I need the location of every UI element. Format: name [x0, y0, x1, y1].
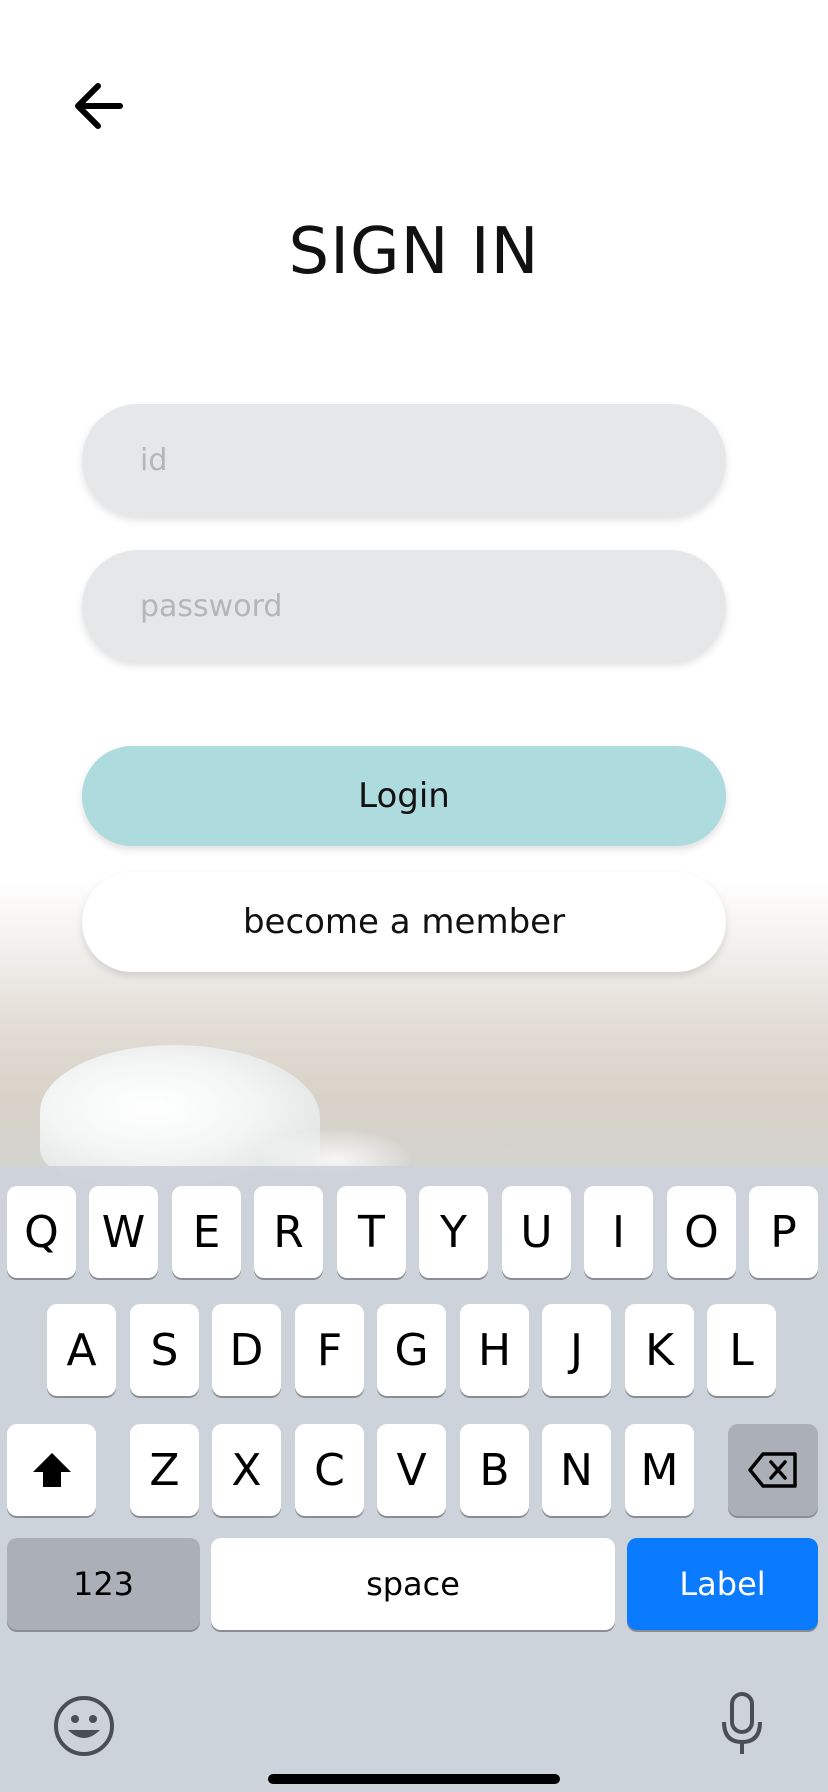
key-e[interactable]: E [172, 1186, 241, 1278]
home-indicator [268, 1774, 560, 1784]
password-field-container[interactable] [82, 550, 726, 662]
page-title: SIGN IN [288, 215, 540, 289]
key-y[interactable]: Y [419, 1186, 488, 1278]
key-j[interactable]: J [542, 1304, 611, 1396]
key-x[interactable]: X [212, 1424, 281, 1516]
key-o[interactable]: O [667, 1186, 736, 1278]
shift-icon [32, 1453, 71, 1487]
key-n[interactable]: N [542, 1424, 611, 1516]
microphone-button[interactable] [720, 1692, 764, 1762]
key-c[interactable]: C [295, 1424, 364, 1516]
key-b[interactable]: B [460, 1424, 529, 1516]
key-f[interactable]: F [295, 1304, 364, 1396]
key-k[interactable]: K [625, 1304, 694, 1396]
key-s[interactable]: S [130, 1304, 199, 1396]
key-q[interactable]: Q [7, 1186, 76, 1278]
space-key[interactable]: space [211, 1538, 615, 1630]
keyboard: Q W E R T Y U I O P A S D F G H J K L Z … [0, 1166, 828, 1792]
key-v[interactable]: V [377, 1424, 446, 1516]
id-input[interactable] [138, 441, 726, 479]
key-z[interactable]: Z [130, 1424, 199, 1516]
key-a[interactable]: A [47, 1304, 116, 1396]
numbers-key[interactable]: 123 [7, 1538, 200, 1630]
key-l[interactable]: L [707, 1304, 776, 1396]
become-member-button[interactable]: become a member [82, 872, 726, 972]
id-field-container[interactable] [82, 404, 726, 516]
key-p[interactable]: P [749, 1186, 818, 1278]
arrow-left-icon [75, 83, 123, 129]
key-w[interactable]: W [89, 1186, 158, 1278]
emoji-button[interactable] [52, 1694, 116, 1762]
key-d[interactable]: D [212, 1304, 281, 1396]
key-t[interactable]: T [337, 1186, 406, 1278]
key-h[interactable]: H [460, 1304, 529, 1396]
key-g[interactable]: G [377, 1304, 446, 1396]
password-input[interactable] [138, 587, 726, 625]
key-u[interactable]: U [502, 1186, 571, 1278]
key-i[interactable]: I [584, 1186, 653, 1278]
action-key[interactable]: Label [627, 1538, 818, 1630]
emoji-icon [54, 1696, 114, 1756]
key-m[interactable]: M [625, 1424, 694, 1516]
key-r[interactable]: R [254, 1186, 323, 1278]
microphone-icon [722, 1692, 762, 1754]
backspace-key[interactable] [728, 1424, 818, 1516]
back-button[interactable] [70, 78, 126, 134]
backspace-icon [748, 1452, 797, 1488]
login-button[interactable]: Login [82, 746, 726, 846]
shift-key[interactable] [7, 1424, 96, 1516]
